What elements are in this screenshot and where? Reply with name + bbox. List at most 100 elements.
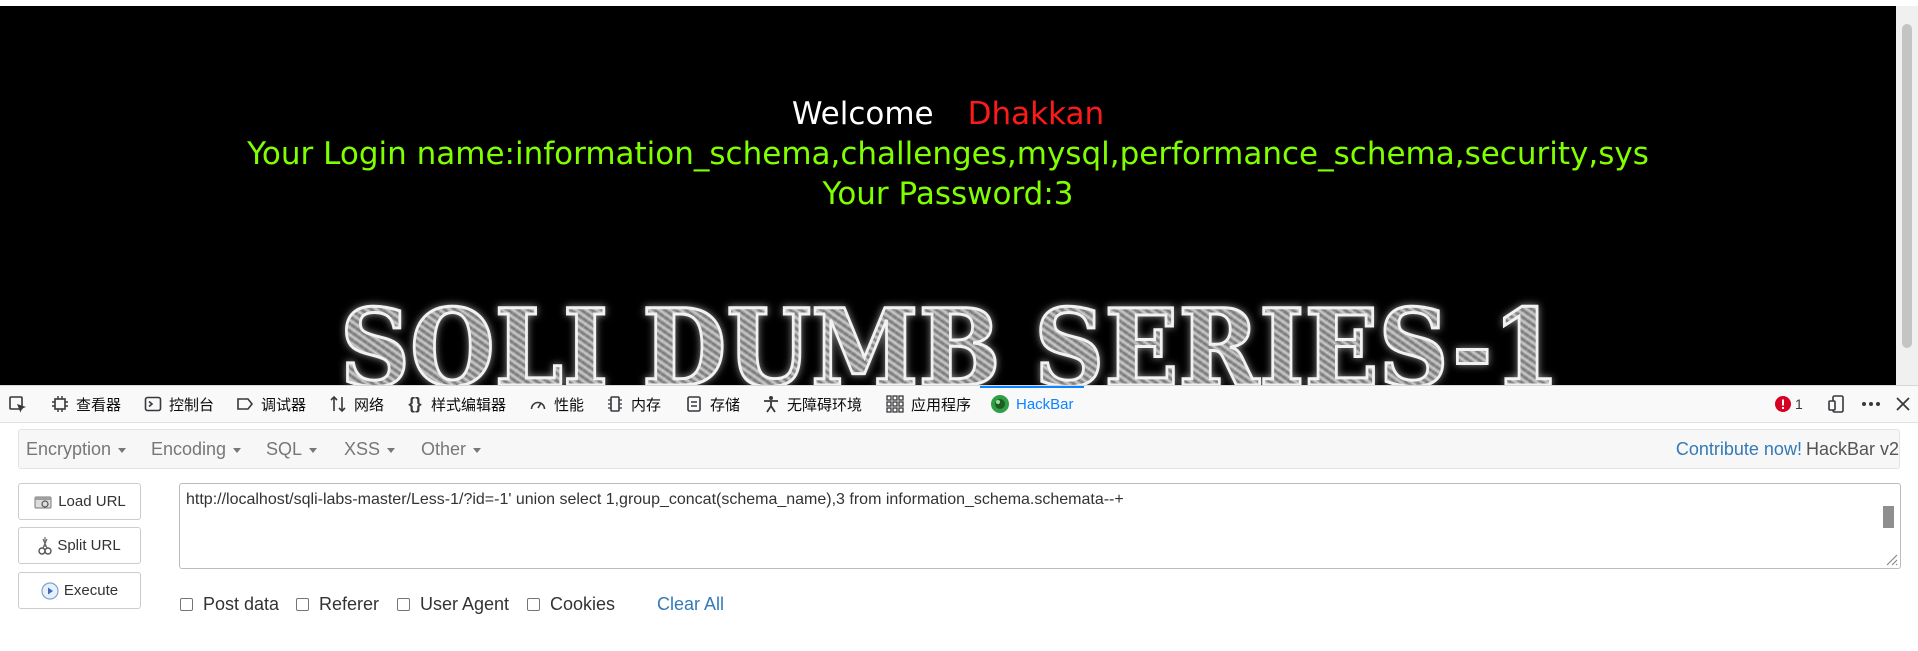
- hackbar-icon: [990, 394, 1010, 414]
- user-agent-option[interactable]: User Agent: [397, 593, 509, 615]
- application-icon: [885, 394, 905, 414]
- tab-label: 调试器: [261, 396, 307, 414]
- welcome-text: Welcome: [791, 96, 934, 132]
- tab-inspector[interactable]: 查看器: [50, 386, 121, 422]
- welcome-line: Welcome Dhakkan: [0, 94, 1896, 134]
- password-line: Your Password:3: [822, 176, 1074, 212]
- tab-label: 样式编辑器: [431, 396, 507, 414]
- devtools-toolbar: 查看器 控制台 调试器 网络 {} 样式编辑器 性能 内存 存储 无障碍环境 应…: [0, 385, 1918, 423]
- element-picker-icon[interactable]: [8, 395, 28, 415]
- hackbar-panel: Encryption Encoding SQL XSS Other Contri…: [0, 423, 1918, 651]
- tab-hackbar[interactable]: HackBar: [980, 386, 1084, 422]
- error-icon: [1775, 396, 1791, 412]
- welcome-name: Dhakkan: [967, 96, 1105, 132]
- tab-network[interactable]: 网络: [328, 386, 384, 422]
- load-url-button[interactable]: Load URL: [18, 483, 141, 520]
- style-editor-icon: {}: [408, 394, 422, 413]
- caret-down-icon: [233, 447, 242, 453]
- tab-label: 应用程序: [911, 396, 972, 414]
- debugger-icon: [235, 394, 255, 414]
- menu-sql[interactable]: SQL: [266, 430, 318, 468]
- load-url-icon: [33, 494, 53, 510]
- login-name-line: Your Login name:information_schema,chall…: [247, 136, 1649, 172]
- banner-text: SQLI DUMB SERIES-1: [340, 291, 1560, 385]
- menu-label: Encoding: [151, 439, 227, 459]
- menu-label: SQL: [266, 439, 303, 459]
- url-value[interactable]: http://localhost/sqli-labs-master/Less-1…: [186, 491, 1866, 509]
- tab-performance[interactable]: 性能: [528, 386, 584, 422]
- tab-application[interactable]: 应用程序: [885, 386, 971, 422]
- tab-label: 控制台: [169, 396, 215, 414]
- tab-label: 无障碍环境: [787, 396, 863, 414]
- menu-encryption[interactable]: Encryption: [26, 430, 127, 468]
- memory-icon: [605, 394, 625, 414]
- url-textarea-scroll-thumb[interactable]: [1883, 506, 1894, 528]
- inspector-icon: [50, 394, 70, 414]
- tab-label: HackBar: [1016, 395, 1074, 413]
- post-data-checkbox[interactable]: [180, 597, 193, 611]
- menu-xss[interactable]: XSS: [344, 430, 396, 468]
- network-icon: [328, 394, 348, 414]
- tab-accessibility[interactable]: 无障碍环境: [761, 386, 862, 422]
- menu-label: Encryption: [26, 439, 112, 459]
- execute-button[interactable]: Execute: [18, 572, 141, 609]
- hackbar-menu: Encryption Encoding SQL XSS Other Contri…: [18, 429, 1900, 469]
- error-indicator[interactable]: 1: [1775, 386, 1803, 422]
- menu-label: Other: [421, 439, 467, 459]
- split-url-label: Split URL: [57, 537, 121, 554]
- responsive-design-icon: [1828, 395, 1844, 413]
- console-icon: [143, 394, 163, 414]
- clear-all-link[interactable]: Clear All: [657, 593, 724, 615]
- more-icon: [1862, 402, 1880, 406]
- caret-down-icon: [387, 447, 396, 453]
- performance-icon: [528, 394, 548, 414]
- load-url-label: Load URL: [58, 493, 126, 510]
- tab-style-editor[interactable]: {} 样式编辑器: [405, 386, 506, 422]
- scissors-icon: [38, 536, 53, 556]
- execute-label: Execute: [63, 582, 119, 599]
- page-scrollbar[interactable]: [1896, 6, 1918, 385]
- close-icon: [1896, 397, 1910, 411]
- tab-label: 存储: [710, 396, 741, 414]
- resize-handle-icon[interactable]: [1884, 552, 1898, 566]
- tab-label: 性能: [554, 396, 585, 414]
- caret-down-icon: [118, 447, 127, 453]
- url-textarea[interactable]: http://localhost/sqli-labs-master/Less-1…: [179, 483, 1901, 569]
- more-options-button[interactable]: [1860, 386, 1882, 422]
- close-devtools-button[interactable]: [1894, 386, 1912, 422]
- tab-label: 网络: [354, 396, 385, 414]
- dock-toggle-button[interactable]: [1827, 386, 1847, 422]
- page-viewport: Welcome Dhakkan Your Login name:informati…: [0, 0, 1918, 385]
- option-label: Referer: [319, 593, 380, 614]
- option-label: User Agent: [420, 593, 510, 614]
- tab-debugger[interactable]: 调试器: [235, 386, 306, 422]
- hackbar-version: HackBar v2: [1805, 439, 1899, 459]
- tab-storage[interactable]: 存储: [684, 386, 740, 422]
- sqli-dumb-series-banner: SQLI DUMB SERIES-1: [339, 291, 1562, 385]
- tab-label: 内存: [631, 396, 662, 414]
- referer-option[interactable]: Referer: [296, 593, 379, 615]
- menu-label: XSS: [344, 439, 381, 459]
- post-data-option[interactable]: Post data: [180, 593, 279, 615]
- tab-console[interactable]: 控制台: [143, 386, 214, 422]
- referer-checkbox[interactable]: [296, 597, 309, 611]
- storage-icon: [684, 394, 704, 414]
- caret-down-icon: [309, 447, 318, 453]
- contribute-link[interactable]: Contribute now!: [1676, 439, 1802, 459]
- page-scroll-thumb[interactable]: [1902, 24, 1912, 348]
- menu-encoding[interactable]: Encoding: [151, 430, 242, 468]
- accessibility-icon: [761, 394, 781, 414]
- sqli-page: Welcome Dhakkan Your Login name:informati…: [0, 6, 1896, 385]
- caret-down-icon: [473, 447, 482, 453]
- execute-icon: [41, 581, 59, 600]
- cookies-checkbox[interactable]: [527, 597, 540, 611]
- error-count: 1: [1795, 396, 1803, 412]
- option-label: Cookies: [550, 593, 616, 614]
- cookies-option[interactable]: Cookies: [527, 593, 615, 615]
- tab-label: 查看器: [76, 396, 122, 414]
- split-url-button[interactable]: Split URL: [18, 527, 141, 564]
- tab-memory[interactable]: 内存: [605, 386, 661, 422]
- menu-other[interactable]: Other: [421, 430, 482, 468]
- user-agent-checkbox[interactable]: [397, 597, 410, 611]
- option-label: Post data: [203, 593, 280, 614]
